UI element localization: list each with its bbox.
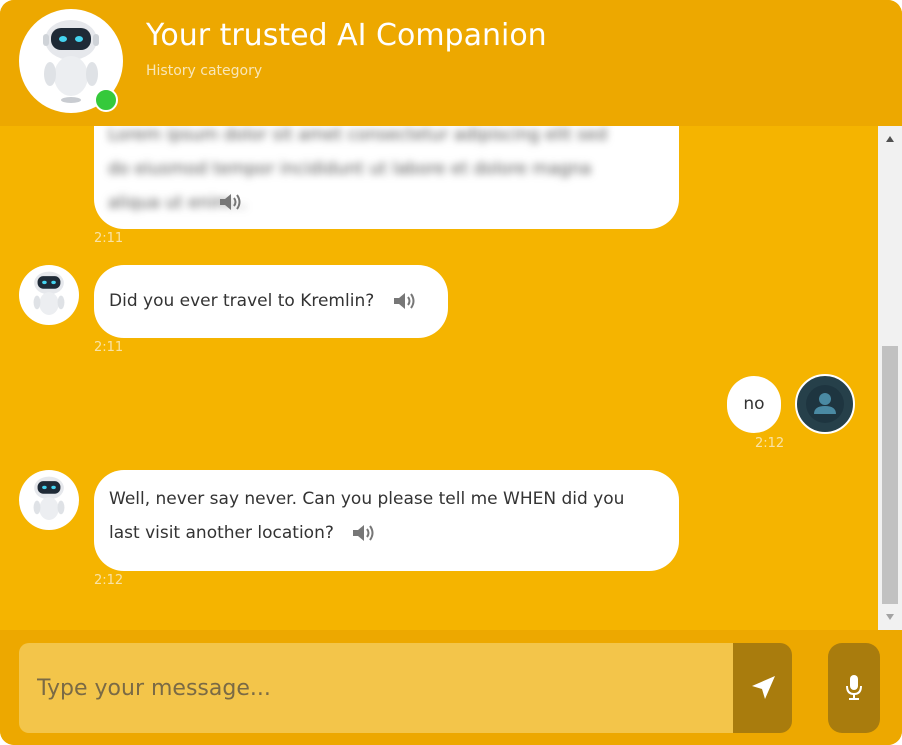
chat-window: Your trusted AI Companion History catego…: [0, 0, 902, 745]
message-timestamp: 2:12: [755, 436, 785, 451]
user-avatar: [795, 374, 855, 434]
message-scrollbar[interactable]: [878, 126, 902, 630]
user-icon: [806, 385, 844, 423]
message-input[interactable]: [19, 643, 733, 733]
message-text-line: last visit another location?: [109, 523, 334, 543]
message-timestamp: 2:11: [94, 231, 124, 246]
speaker-icon[interactable]: [218, 191, 244, 225]
speaker-icon[interactable]: [392, 290, 418, 312]
bot-message: Well, never say never. Can you please te…: [94, 470, 679, 571]
bot-avatar: [19, 265, 79, 325]
message-timestamp: 2:12: [94, 573, 124, 588]
message-composer: [0, 630, 902, 745]
bot-message: Did you ever travel to Kremlin?: [94, 265, 448, 338]
message-text: no: [743, 394, 765, 414]
scroll-up-button[interactable]: [878, 130, 902, 148]
page-subtitle: History category: [146, 63, 263, 79]
microphone-button[interactable]: [828, 643, 880, 733]
page-title: Your trusted AI Companion: [146, 18, 547, 53]
robot-avatar-icon: [33, 271, 65, 315]
speaker-icon[interactable]: [351, 522, 377, 544]
message-list: Lorem ipsum dolor sit amet consectetur a…: [0, 126, 878, 630]
bot-avatar: [19, 470, 79, 530]
microphone-icon: [846, 675, 862, 700]
triangle-up-icon: [886, 136, 894, 142]
triangle-down-icon: [886, 614, 894, 620]
message-timestamp: 2:11: [94, 340, 124, 355]
user-message: no: [727, 376, 781, 433]
message-text-line: Well, never say never. Can you please te…: [109, 489, 625, 509]
chat-header: Your trusted AI Companion History catego…: [0, 0, 902, 126]
send-icon: [751, 676, 775, 699]
blurred-message-text: Lorem ipsum dolor sit amet consectetur a…: [108, 126, 608, 213]
online-status-dot: [94, 88, 118, 112]
send-button[interactable]: [733, 643, 792, 733]
message-text: Did you ever travel to Kremlin?: [109, 291, 375, 311]
scrollbar-thumb[interactable]: [882, 346, 898, 604]
robot-avatar-icon: [33, 476, 65, 520]
bot-message: Lorem ipsum dolor sit amet consectetur a…: [94, 126, 679, 229]
message-input-wrapper: [19, 643, 733, 733]
scroll-down-button[interactable]: [878, 608, 902, 626]
